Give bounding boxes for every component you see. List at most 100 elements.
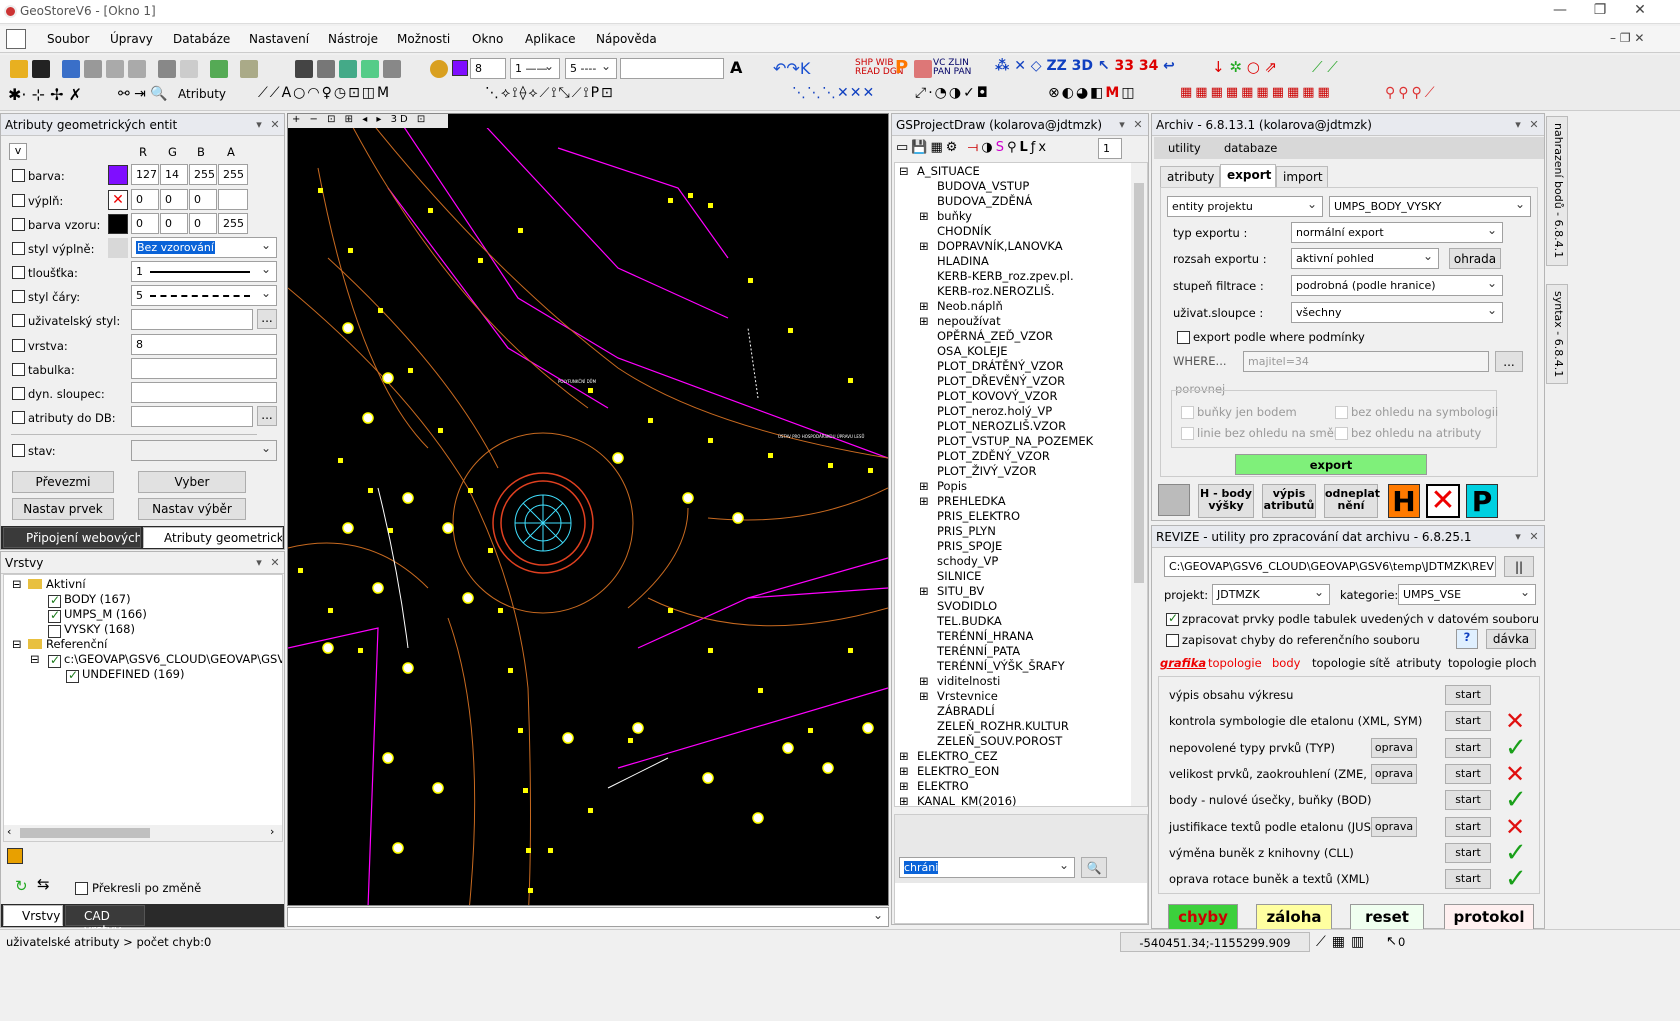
stav-checkbox[interactable] — [12, 444, 25, 457]
revize-path-field[interactable]: C:\GEOVAP\GSV6_CLOUD\GEOVAP\GSV6\temp\JD… — [1164, 556, 1496, 577]
tab-topologie[interactable]: topologie — [1208, 656, 1262, 670]
barva-g[interactable]: 14 — [160, 164, 188, 185]
sql-icon[interactable] — [84, 60, 102, 78]
report-tools-icons[interactable]: ▦▦▦▦▦▦▦▦▦▦ — [1180, 85, 1333, 100]
ohrada-button[interactable]: ohrada — [1449, 248, 1501, 269]
ref-file-checkbox[interactable] — [48, 653, 61, 668]
tree-expander-icon[interactable]: ⊟ — [30, 652, 40, 667]
atributy-button[interactable]: Atributy — [178, 87, 226, 101]
tree-item[interactable]: TERÉNNÍ_VÝŠK_ŠRAFY — [937, 659, 1065, 674]
tree-item[interactable]: ZELEŇ_ROZHR.KULTUR — [937, 719, 1069, 734]
measure-icon[interactable] — [210, 60, 228, 78]
tab-body[interactable]: body — [1272, 656, 1300, 670]
tree-item[interactable]: OPĚRNÁ_ZEĎ_VZOR — [937, 329, 1053, 344]
close-projectdraw-icon[interactable]: ✕ — [1130, 118, 1146, 132]
area-icon[interactable] — [361, 60, 379, 78]
tree-expander-icon[interactable]: ⊞ — [899, 794, 909, 806]
kategorie-select[interactable]: UMPS_VSE — [1398, 584, 1536, 605]
tree-item[interactable]: PLOT_KOVOVÝ_VZOR — [937, 389, 1057, 404]
globe-tools-icons[interactable]: ⊗◐◕◧M◫ — [1048, 85, 1137, 101]
tab-topologie-ploch[interactable]: topologie ploch — [1448, 656, 1536, 670]
ref-file-path[interactable]: c:\GEOVAP\GSV6_CLOUD\GEOVAP\GSV6\te — [64, 652, 282, 667]
tab-import[interactable]: import — [1276, 166, 1328, 188]
rozsah-select[interactable]: aktivní pohled — [1291, 248, 1439, 269]
tab-atributy[interactable]: atributy — [1160, 166, 1220, 188]
tree-item[interactable]: Neob.náplň — [937, 299, 1003, 314]
layer-checkbox-body[interactable] — [48, 593, 61, 608]
text-field[interactable] — [620, 58, 724, 79]
h-scrollbar[interactable]: ‹ › — [4, 825, 282, 841]
tree-item[interactable]: PRIS_PLYN — [937, 524, 996, 539]
line-weight-select[interactable]: 1 —— — [510, 58, 560, 79]
chyby-button[interactable]: chyby — [1168, 904, 1238, 930]
barva-vzoru-checkbox[interactable] — [12, 218, 25, 231]
zpracovat-checkbox[interactable] — [1166, 611, 1179, 626]
db-icon[interactable] — [62, 60, 80, 78]
vypln-checkbox[interactable] — [12, 194, 25, 207]
print-icon[interactable] — [383, 60, 401, 78]
start-button[interactable]: start — [1445, 790, 1491, 811]
cmp2-checkbox[interactable] — [1335, 406, 1348, 419]
menu-okno[interactable]: Okno — [472, 32, 503, 46]
barva-vzoru-g[interactable]: 0 — [160, 213, 188, 234]
tab-databaze[interactable]: databaze — [1224, 141, 1277, 155]
tree-item[interactable]: KERB-KERB_roz.zpev.pl. — [937, 269, 1074, 284]
start-button[interactable]: start — [1445, 737, 1491, 758]
barva-r[interactable]: 127 — [131, 164, 159, 185]
layer-group-referencni[interactable]: Referenční — [46, 637, 107, 652]
h-body-vysky-button[interactable]: H - body výšky — [1198, 484, 1254, 518]
sync-icon[interactable]: ⇆ — [37, 875, 50, 893]
start-button[interactable]: start — [1445, 685, 1491, 705]
nastav-prvek-button[interactable]: Nastav prvek — [12, 498, 114, 520]
layer-field[interactable]: 8 — [470, 58, 506, 79]
start-button[interactable]: start — [1445, 816, 1491, 837]
delete-icons[interactable]: ↓ ✲ ○ ⇗ — [1212, 58, 1277, 76]
hatch-tools-icons[interactable]: ⋱⋱⋱✕✕✕ — [792, 85, 875, 101]
tree-item[interactable]: SITU_BV — [937, 584, 984, 599]
tree-item[interactable]: PLOT_ZDĚNÝ_VZOR — [937, 449, 1050, 464]
tree-item[interactable]: PLOT_ŽIVÝ_VZOR — [937, 464, 1036, 479]
vypln-r[interactable]: 0 — [131, 189, 159, 210]
reset-button[interactable]: reset — [1350, 904, 1424, 930]
tree-root-item[interactable]: ELEKTRO_EON — [917, 764, 999, 779]
refresh-icon[interactable]: ↻ — [15, 877, 28, 895]
cancel-x-icon[interactable]: ✕ — [1426, 484, 1460, 518]
tree-item[interactable]: TERÉNNÍ_HRANA — [937, 629, 1033, 644]
prevezmi-button[interactable]: Převezmi — [12, 471, 114, 493]
tree-expander-icon[interactable]: ⊞ — [919, 479, 929, 494]
layer-item-vysky[interactable]: VYSKY (168) — [64, 622, 135, 637]
tree-item[interactable]: PREHLEDKA — [937, 494, 1006, 509]
menu-databaze[interactable]: Databáze — [173, 32, 230, 46]
tree-expander-icon[interactable]: ⊞ — [919, 314, 929, 329]
project-search-select[interactable]: chráni — [899, 857, 1075, 878]
tree-expander-icon[interactable]: ⊞ — [899, 749, 909, 764]
v-button[interactable]: v — [9, 143, 27, 160]
undo-icon[interactable]: ↶↷K — [773, 59, 810, 78]
tree-root-item[interactable]: ELEKTRO — [917, 779, 969, 794]
tree-root-item[interactable]: ELEKTRO_CEZ — [917, 749, 998, 764]
tree-item[interactable]: ZÁBRADLÍ — [937, 704, 995, 719]
scroll-right-icon[interactable]: › — [270, 825, 274, 838]
tree-item[interactable]: Popis — [937, 479, 967, 494]
tab-utility[interactable]: utility — [1168, 141, 1201, 155]
tree-item[interactable]: PRIS_ELEKTRO — [937, 509, 1020, 524]
cmp4-checkbox[interactable] — [1335, 427, 1348, 440]
search-icon[interactable]: 🔍 — [1081, 857, 1107, 878]
projectdraw-toolbar-icons[interactable]: ▭💾▦⚙ ⟞◑S⚲Lƒx — [896, 140, 1049, 155]
tree-item[interactable]: viditelnosti — [937, 674, 1000, 689]
tree-expander-icon[interactable]: ⊞ — [919, 299, 929, 314]
where-field[interactable]: majitel=34 — [1243, 351, 1489, 372]
tree-item[interactable]: BUDOVA_VSTUP — [937, 179, 1029, 194]
odneplatneni-button[interactable]: odneplat nění — [1324, 484, 1380, 518]
stupen-select[interactable]: podrobná (podle hranice) — [1291, 275, 1503, 296]
status-tool-icons[interactable]: ⟋▦▥ — [1316, 934, 1370, 950]
start-button[interactable]: start — [1445, 842, 1491, 863]
p-icon[interactable]: P — [895, 57, 908, 78]
menu-napoveda[interactable]: Nápověda — [596, 32, 657, 46]
dyn-sloupec-field[interactable] — [131, 382, 277, 403]
cad-canvas[interactable]: + − ⊡ ⊞ ◂ ▸ 3D ⊡ POLYFUNKČNÍ DŮM ÚSTAV P… — [287, 113, 889, 906]
tree-item[interactable]: BUDOVA_ZDĚNÁ — [937, 194, 1032, 209]
vrstva-checkbox[interactable] — [12, 339, 25, 352]
tree-expander-icon[interactable]: ⊟ — [899, 164, 909, 179]
save-icon[interactable] — [32, 60, 50, 78]
